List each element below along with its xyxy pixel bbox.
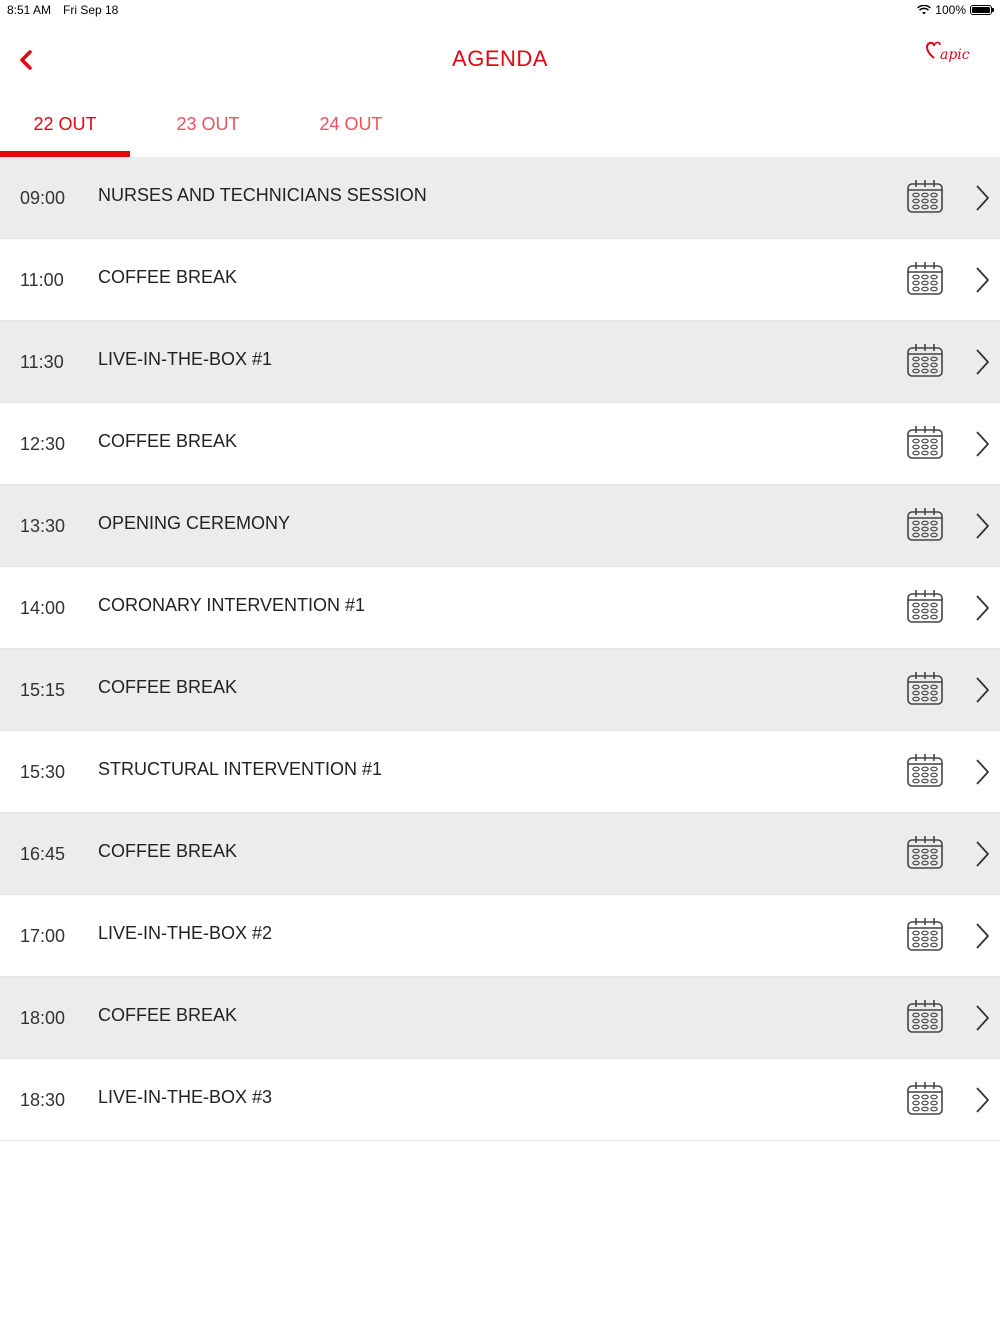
apic-logo: apic — [920, 38, 972, 68]
calendar-icon[interactable] — [906, 179, 944, 215]
session-title: COFFEE BREAK — [98, 677, 238, 697]
calendar-icon[interactable] — [906, 343, 944, 379]
session-time: 18:00 — [20, 1008, 66, 1028]
agenda-row[interactable]: 16:45 COFFEE BREAK — [0, 813, 1000, 895]
chevron-right-icon — [976, 1005, 989, 1031]
session-title: STRUCTURAL INTERVENTION #1 — [98, 759, 383, 779]
agenda-row[interactable]: 15:15 COFFEE BREAK — [0, 649, 1000, 731]
session-time: 09:00 — [20, 188, 66, 208]
battery-percent: 100% — [935, 3, 966, 17]
chevron-right-icon — [976, 349, 989, 375]
calendar-icon[interactable] — [906, 917, 944, 953]
calendar-icon[interactable] — [906, 589, 944, 625]
agenda-row[interactable]: 18:30 LIVE-IN-THE-BOX #3 — [0, 1059, 1000, 1141]
agenda-row[interactable]: 11:00 COFFEE BREAK — [0, 239, 1000, 321]
status-bar: 8:51 AM Fri Sep 18 100% — [0, 0, 1000, 20]
agenda-row[interactable]: 15:30 STRUCTURAL INTERVENTION #1 — [0, 731, 1000, 813]
agenda-row[interactable]: 12:30 COFFEE BREAK — [0, 403, 1000, 485]
agenda-row[interactable]: 11:30 LIVE-IN-THE-BOX #1 — [0, 321, 1000, 403]
chevron-right-icon — [976, 923, 989, 949]
tab-24-out[interactable]: 24 OUT — [286, 100, 416, 157]
session-time: 17:00 — [20, 926, 66, 946]
calendar-icon[interactable] — [906, 999, 944, 1035]
status-date: Fri Sep 18 — [63, 3, 119, 17]
chevron-right-icon — [976, 677, 989, 703]
chevron-right-icon — [976, 595, 989, 621]
session-title: COFFEE BREAK — [98, 841, 238, 861]
calendar-icon[interactable] — [906, 425, 944, 461]
session-time: 13:30 — [20, 516, 66, 536]
chevron-right-icon — [976, 185, 989, 211]
date-tabs: 22 OUT 23 OUT 24 OUT — [0, 100, 1000, 157]
tab-22-out[interactable]: 22 OUT — [0, 100, 130, 157]
session-title: LIVE-IN-THE-BOX #3 — [98, 1087, 273, 1107]
chevron-right-icon — [976, 267, 989, 293]
agenda-row[interactable]: 17:00 LIVE-IN-THE-BOX #2 — [0, 895, 1000, 977]
agenda-row[interactable]: 14:00 CORONARY INTERVENTION #1 — [0, 567, 1000, 649]
session-title: NURSES AND TECHNICIANS SESSION — [98, 185, 427, 205]
chevron-right-icon — [976, 759, 989, 785]
session-title: CORONARY INTERVENTION #1 — [98, 595, 366, 615]
wifi-icon — [917, 5, 932, 15]
calendar-icon[interactable] — [906, 671, 944, 707]
session-title: COFFEE BREAK — [98, 431, 238, 451]
session-time: 14:00 — [20, 598, 66, 618]
calendar-icon[interactable] — [906, 1081, 944, 1117]
agenda-row[interactable]: 13:30 OPENING CEREMONY — [0, 485, 1000, 567]
calendar-icon[interactable] — [906, 507, 944, 543]
session-time: 16:45 — [20, 844, 66, 864]
agenda-row[interactable]: 09:00 NURSES AND TECHNICIANS SESSION — [0, 157, 1000, 239]
logo-text: apic — [940, 47, 970, 63]
session-time: 18:30 — [20, 1090, 66, 1110]
session-title: COFFEE BREAK — [98, 267, 238, 287]
session-title: OPENING CEREMONY — [98, 513, 291, 533]
chevron-right-icon — [976, 431, 989, 457]
chevron-right-icon — [976, 513, 989, 539]
chevron-right-icon — [976, 841, 989, 867]
battery-icon — [970, 5, 994, 15]
calendar-icon[interactable] — [906, 753, 944, 789]
session-title: LIVE-IN-THE-BOX #1 — [98, 349, 273, 369]
session-time: 12:30 — [20, 434, 66, 454]
agenda-row[interactable]: 18:00 COFFEE BREAK — [0, 977, 1000, 1059]
session-time: 15:30 — [20, 762, 66, 782]
agenda-list: 09:00 NURSES AND TECHNICIANS SESSION 11:… — [0, 157, 1000, 1141]
session-title: COFFEE BREAK — [98, 1005, 238, 1025]
calendar-icon[interactable] — [906, 835, 944, 871]
status-time: 8:51 AM — [7, 3, 52, 17]
session-time: 15:15 — [20, 680, 66, 700]
calendar-icon[interactable] — [906, 261, 944, 297]
session-title: LIVE-IN-THE-BOX #2 — [98, 923, 273, 943]
chevron-right-icon — [976, 1087, 989, 1113]
session-time: 11:30 — [20, 352, 64, 372]
nav-bar: AGENDA apic — [0, 20, 1000, 100]
tab-23-out[interactable]: 23 OUT — [143, 100, 273, 157]
status-right: 100% — [917, 3, 994, 17]
page-title: AGENDA — [452, 46, 548, 71]
session-time: 11:00 — [20, 270, 64, 290]
